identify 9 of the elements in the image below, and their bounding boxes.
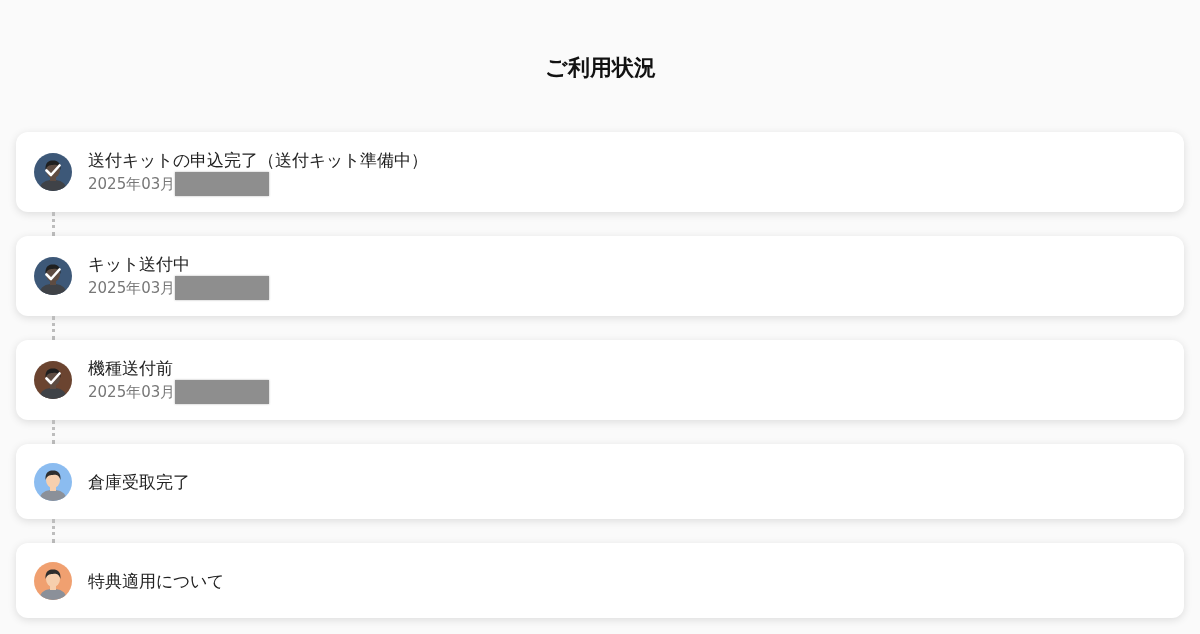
step-date: 2025年03月	[88, 173, 176, 195]
step-title: キット送付中	[88, 253, 191, 276]
step-date: 2025年03月	[88, 381, 176, 403]
step-title: 機種送付前	[88, 357, 174, 380]
page-title: ご利用状況	[543, 54, 657, 82]
step-title: 倉庫受取完了	[88, 470, 190, 494]
step-title: 送付キットの申込完了（送付キット準備中）	[88, 149, 428, 172]
step-date: 2025年03月	[88, 277, 176, 299]
step-title: 特典適用について	[88, 569, 224, 593]
